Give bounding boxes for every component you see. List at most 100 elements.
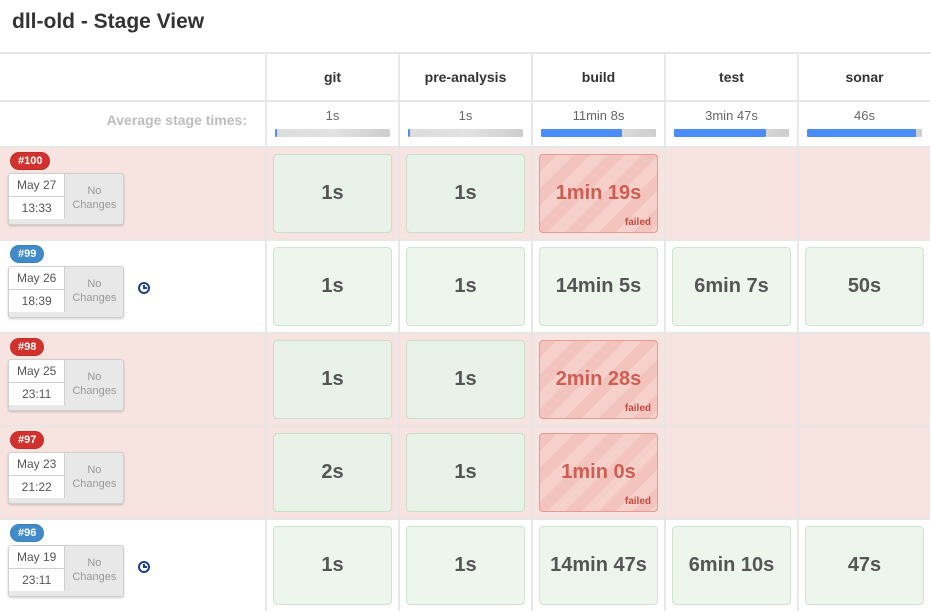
avg-cell-sonar: 46s bbox=[797, 102, 930, 148]
clock-icon bbox=[138, 282, 150, 294]
build-changes[interactable]: No Changes bbox=[65, 267, 123, 317]
stage-duration: 6min 10s bbox=[689, 554, 775, 577]
stage-cell[interactable] bbox=[797, 427, 930, 518]
avg-value: 11min 8s bbox=[541, 108, 656, 123]
build-info-box[interactable]: May 26 18:39 No Changes bbox=[8, 266, 124, 318]
build-changes[interactable]: No Changes bbox=[65, 174, 123, 224]
stage-duration: 1s bbox=[454, 368, 476, 391]
stage-pill[interactable]: 1s bbox=[406, 433, 525, 512]
column-header-pre-analysis[interactable]: pre-analysis bbox=[398, 54, 531, 102]
stage-pill[interactable]: 1s bbox=[273, 340, 392, 419]
build-row-side[interactable]: #98 May 25 23:11 No Changes bbox=[0, 334, 265, 425]
stage-cell[interactable]: 1s bbox=[398, 427, 531, 518]
stage-pill[interactable]: 6min 7s bbox=[672, 247, 791, 326]
build-changes[interactable]: No Changes bbox=[65, 453, 123, 503]
stage-cell[interactable]: 1s bbox=[265, 520, 398, 611]
build-changes[interactable]: No Changes bbox=[65, 546, 123, 596]
stage-pill[interactable]: 2min 28s failed bbox=[539, 340, 658, 419]
failed-label: failed bbox=[625, 217, 651, 228]
stage-cell[interactable]: 1s bbox=[265, 148, 398, 239]
build-info-box[interactable]: May 23 21:22 No Changes bbox=[8, 452, 124, 504]
stage-pill[interactable]: 2s bbox=[273, 433, 392, 512]
stage-pill[interactable]: 50s bbox=[805, 247, 924, 326]
stage-duration: 14min 5s bbox=[556, 275, 642, 298]
stage-duration: 1s bbox=[321, 368, 343, 391]
build-time: 21:22 bbox=[9, 475, 65, 498]
build-time: 23:11 bbox=[9, 382, 65, 405]
stage-cell[interactable] bbox=[664, 427, 797, 518]
header-spacer bbox=[0, 54, 265, 102]
avg-cell-git: 1s bbox=[265, 102, 398, 148]
stage-cell[interactable] bbox=[664, 148, 797, 239]
stage-pill[interactable]: 1s bbox=[406, 526, 525, 605]
build-time: 23:11 bbox=[9, 568, 65, 591]
column-header-sonar[interactable]: sonar bbox=[797, 54, 930, 102]
stage-cell[interactable]: 6min 7s bbox=[664, 241, 797, 332]
stage-cell[interactable]: 14min 47s bbox=[531, 520, 664, 611]
column-header-test[interactable]: test bbox=[664, 54, 797, 102]
page-title: dll-old - Stage View bbox=[0, 0, 931, 52]
build-date: May 27 bbox=[9, 174, 65, 196]
failed-label: failed bbox=[625, 496, 651, 507]
stage-cell[interactable]: 1min 0s failed bbox=[531, 427, 664, 518]
stage-pill[interactable]: 1s bbox=[406, 340, 525, 419]
stage-pill[interactable]: 47s bbox=[805, 526, 924, 605]
stage-pill[interactable]: 1s bbox=[273, 526, 392, 605]
stage-cell[interactable]: 1s bbox=[265, 241, 398, 332]
build-row-side[interactable]: #99 May 26 18:39 No Changes bbox=[0, 241, 265, 332]
build-info-box[interactable]: May 25 23:11 No Changes bbox=[8, 359, 124, 411]
stage-cell[interactable] bbox=[797, 334, 930, 425]
failed-label: failed bbox=[625, 403, 651, 414]
stage-cell[interactable]: 6min 10s bbox=[664, 520, 797, 611]
stage-duration: 47s bbox=[848, 554, 881, 577]
build-id-badge[interactable]: #100 bbox=[10, 152, 50, 170]
stage-pill[interactable]: 1s bbox=[273, 154, 392, 233]
stage-cell[interactable]: 1s bbox=[265, 334, 398, 425]
stage-pill[interactable]: 14min 5s bbox=[539, 247, 658, 326]
stage-duration: 1s bbox=[454, 275, 476, 298]
build-date: May 26 bbox=[9, 267, 65, 289]
stage-pill[interactable]: 14min 47s bbox=[539, 526, 658, 605]
build-row-side[interactable]: #100 May 27 13:33 No Changes bbox=[0, 148, 265, 239]
avg-value: 1s bbox=[275, 108, 390, 123]
avg-value: 3min 47s bbox=[674, 108, 789, 123]
stage-cell[interactable] bbox=[664, 334, 797, 425]
stage-cell[interactable]: 50s bbox=[797, 241, 930, 332]
stage-cell[interactable]: 1s bbox=[398, 241, 531, 332]
stage-cell[interactable]: 1s bbox=[398, 520, 531, 611]
build-row-side[interactable]: #96 May 19 23:11 No Changes bbox=[0, 520, 265, 611]
build-id-badge[interactable]: #97 bbox=[10, 431, 44, 449]
column-header-git[interactable]: git bbox=[265, 54, 398, 102]
build-changes[interactable]: No Changes bbox=[65, 360, 123, 410]
build-info-box[interactable]: May 19 23:11 No Changes bbox=[8, 545, 124, 597]
stage-duration: 1min 19s bbox=[556, 182, 642, 205]
avg-bar bbox=[541, 129, 656, 137]
stage-duration: 1s bbox=[454, 182, 476, 205]
stage-cell[interactable]: 2min 28s failed bbox=[531, 334, 664, 425]
stage-pill[interactable]: 1min 0s failed bbox=[539, 433, 658, 512]
stage-duration: 1s bbox=[321, 182, 343, 205]
stage-duration: 50s bbox=[848, 275, 881, 298]
stage-cell[interactable]: 1s bbox=[398, 148, 531, 239]
stage-cell[interactable]: 47s bbox=[797, 520, 930, 611]
build-info-box[interactable]: May 27 13:33 No Changes bbox=[8, 173, 124, 225]
stage-cell[interactable]: 14min 5s bbox=[531, 241, 664, 332]
stage-duration: 2s bbox=[321, 461, 343, 484]
avg-value: 1s bbox=[408, 108, 523, 123]
stage-pill[interactable]: 1s bbox=[406, 247, 525, 326]
avg-bar bbox=[408, 129, 523, 137]
stage-cell[interactable]: 1s bbox=[398, 334, 531, 425]
stage-pill[interactable]: 1s bbox=[406, 154, 525, 233]
stage-cell[interactable]: 1min 19s failed bbox=[531, 148, 664, 239]
stage-pill[interactable]: 1s bbox=[273, 247, 392, 326]
build-id-badge[interactable]: #98 bbox=[10, 338, 44, 356]
stage-pill[interactable]: 6min 10s bbox=[672, 526, 791, 605]
build-id-badge[interactable]: #99 bbox=[10, 245, 44, 263]
stage-cell[interactable] bbox=[797, 148, 930, 239]
build-id-badge[interactable]: #96 bbox=[10, 524, 44, 542]
build-date: May 25 bbox=[9, 360, 65, 382]
column-header-build[interactable]: build bbox=[531, 54, 664, 102]
stage-cell[interactable]: 2s bbox=[265, 427, 398, 518]
stage-pill[interactable]: 1min 19s failed bbox=[539, 154, 658, 233]
build-row-side[interactable]: #97 May 23 21:22 No Changes bbox=[0, 427, 265, 518]
